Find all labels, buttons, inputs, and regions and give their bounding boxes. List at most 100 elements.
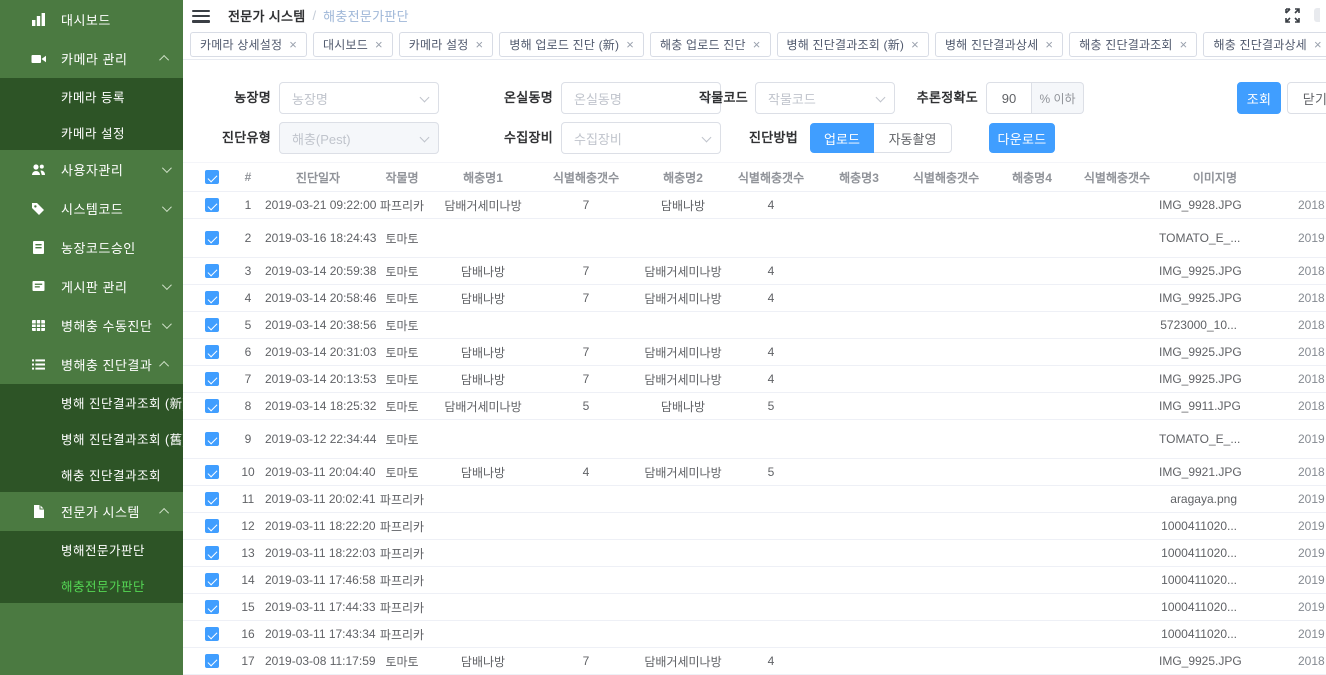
sidebar-subitem[interactable]: 카메라 설정 [0,114,183,150]
column-header[interactable]: 이미지명 [1159,169,1243,186]
row-checkbox[interactable] [205,627,219,641]
column-header[interactable]: 작물명 [371,169,433,186]
tab-close-icon[interactable]: × [1314,38,1322,51]
row-checkbox[interactable] [205,399,219,413]
row-checkbox[interactable] [205,291,219,305]
row-checkbox[interactable] [205,264,219,278]
column-header[interactable]: 식별해충갯수 [1075,169,1159,186]
row-checkbox[interactable] [205,198,219,212]
table-row[interactable]: 112019-03-11 20:02:41파프리카aragaya.png2019 [183,486,1326,513]
sidebar-subitem[interactable]: 병해전문가판단 [0,531,183,567]
upload-toggle-button[interactable]: 업로드 [810,123,874,153]
tab-close-icon[interactable]: × [753,38,761,51]
table-row[interactable]: 92019-03-12 22:34:44토마토TOMATO_E_...2019 [183,420,1326,459]
row-checkbox[interactable] [205,546,219,560]
column-header[interactable]: 식별해충갯수 [903,169,989,186]
row-checkbox[interactable] [205,372,219,386]
clipped-toolbar-icon[interactable] [1314,8,1320,22]
row-checkbox[interactable] [205,519,219,533]
table-row[interactable]: 122019-03-11 18:22:20파프리카1000411020...20… [183,513,1326,540]
sidebar-subitem[interactable]: 카메라 등록 [0,78,183,114]
tab[interactable]: 카메라 설정× [399,32,494,57]
download-button[interactable]: 다운로드 [989,123,1055,153]
row-checkbox[interactable] [205,432,219,446]
sidebar-subitem[interactable]: 해충 진단결과조회 [0,456,183,492]
table-row[interactable]: 132019-03-11 18:22:03파프리카1000411020...20… [183,540,1326,567]
sidebar-subitem[interactable]: 병해 진단결과조회 (新) [0,384,183,420]
tab[interactable]: 병해 업로드 진단 (新)× [499,32,644,57]
hamburger-menu-icon[interactable] [192,10,210,23]
sidebar-item[interactable]: 사용자관리 [0,150,183,189]
tab[interactable]: 병해 진단결과상세× [935,32,1063,57]
table-cell: 1000411020... [1159,627,1243,641]
search-button[interactable]: 조회 [1237,82,1281,114]
table-row[interactable]: 102019-03-11 20:04:40토마토담배나방4담배거세미나방5IMG… [183,459,1326,486]
sidebar-submenu: 카메라 등록카메라 설정 [0,78,183,150]
table-row[interactable]: 82019-03-14 18:25:32토마토담배거세미나방5담배나방5IMG_… [183,393,1326,420]
tab-close-icon[interactable]: × [476,38,484,51]
sidebar-item[interactable]: 대시보드 [0,0,183,39]
tab[interactable]: 해충 진단결과상세× [1203,32,1326,57]
tab[interactable]: 대시보드× [313,32,393,57]
row-checkbox[interactable] [205,231,219,245]
table-row[interactable]: 142019-03-11 17:46:58파프리카1000411020...20… [183,567,1326,594]
sidebar-subitem[interactable]: 병해 진단결과조회 (舊) [0,420,183,456]
sidebar-item[interactable]: 병해충 수동진단 [0,306,183,345]
row-checkbox[interactable] [205,492,219,506]
sidebar-item[interactable]: 병해충 진단결과 [0,345,183,384]
close-button[interactable]: 닫기 [1287,82,1326,114]
select-all-checkbox[interactable] [205,170,219,184]
table-cell: 담배거세미나방 [639,371,727,388]
table-row[interactable]: 62019-03-14 20:31:03토마토담배나방7담배거세미나방4IMG_… [183,339,1326,366]
column-header[interactable]: # [231,170,265,184]
sidebar-item[interactable]: 전문가 시스템 [0,492,183,531]
tab-close-icon[interactable]: × [626,38,634,51]
table-cell: 담배나방 [433,464,533,481]
sidebar-subitem[interactable]: 해충전문가판단 [0,567,183,603]
table-cell: 2018 [1243,318,1326,332]
column-header[interactable]: 식별해충갯수 [727,169,815,186]
diagnosis-type-select[interactable]: 해충(Pest) [279,122,439,154]
column-header[interactable]: 해충명2 [639,169,727,186]
tab[interactable]: 해충 진단결과조회× [1069,32,1197,57]
farm-name-select[interactable]: 농장명 [279,82,439,114]
sidebar-item[interactable]: 시스템코드 [0,189,183,228]
table-row[interactable]: 162019-03-11 17:43:34파프리카1000411020...20… [183,621,1326,648]
table-cell: IMG_9925.JPG [1159,372,1243,386]
table-row[interactable]: 12019-03-21 09:22:00파프리카담배거세미나방7담배나방4IMG… [183,192,1326,219]
table-row[interactable]: 32019-03-14 20:59:38토마토담배나방7담배거세미나방4IMG_… [183,258,1326,285]
auto-capture-toggle-button[interactable]: 자동촬영 [874,123,952,153]
column-header[interactable]: 진단일자 [265,169,371,186]
column-header[interactable]: 해충명1 [433,169,533,186]
table-row[interactable]: 22019-03-16 18:24:43토마토TOMATO_E_...2019 [183,219,1326,258]
row-checkbox[interactable] [205,573,219,587]
tab[interactable]: 병해 진단결과조회 (新)× [777,32,929,57]
tab-close-icon[interactable]: × [1045,38,1053,51]
row-checkbox[interactable] [205,465,219,479]
column-header[interactable]: 해충명3 [815,169,903,186]
row-checkbox[interactable] [205,345,219,359]
table-row[interactable]: 172019-03-08 11:17:59토마토담배나방7담배거세미나방4IMG… [183,648,1326,675]
tab-close-icon[interactable]: × [1180,38,1188,51]
row-checkbox[interactable] [205,654,219,668]
column-header[interactable]: 해충명4 [989,169,1075,186]
column-header[interactable]: 식별해충갯수 [533,169,639,186]
accuracy-input[interactable] [986,82,1032,114]
tab-close-icon[interactable]: × [375,38,383,51]
sidebar-item[interactable]: 농장코드승인 [0,228,183,267]
tab-close-icon[interactable]: × [911,38,919,51]
table-row[interactable]: 152019-03-11 17:44:33파프리카1000411020...20… [183,594,1326,621]
tab-close-icon[interactable]: × [289,38,297,51]
tab[interactable]: 해충 업로드 진단× [650,32,771,57]
tab[interactable]: 카메라 상세설정× [190,32,307,57]
table-row[interactable]: 42019-03-14 20:58:46토마토담배나방7담배거세미나방4IMG_… [183,285,1326,312]
fullscreen-icon[interactable] [1285,8,1300,23]
table-cell: 2019-03-11 17:46:58 [265,573,371,587]
equipment-label: 수집장비 [443,122,553,154]
sidebar-item[interactable]: 게시판 관리 [0,267,183,306]
sidebar-item[interactable]: 카메라 관리 [0,39,183,78]
row-checkbox[interactable] [205,318,219,332]
table-row[interactable]: 52019-03-14 20:38:56토마토5723000_10...2018 [183,312,1326,339]
table-row[interactable]: 72019-03-14 20:13:53토마토담배나방7담배거세미나방4IMG_… [183,366,1326,393]
row-checkbox[interactable] [205,600,219,614]
